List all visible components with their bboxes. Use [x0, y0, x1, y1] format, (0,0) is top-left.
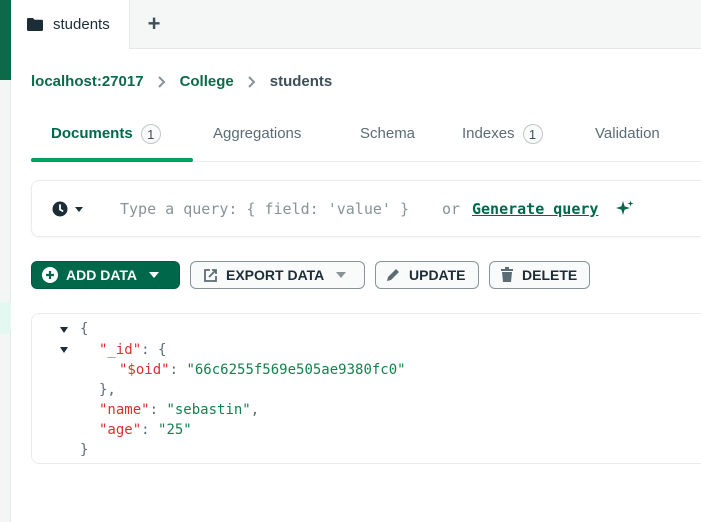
name-value: "sebastin" — [166, 402, 251, 418]
export-icon — [203, 268, 218, 283]
query-input[interactable] — [120, 197, 460, 221]
tab-documents[interactable]: Documents 1 — [51, 121, 161, 161]
export-data-label: EXPORT DATA — [226, 267, 325, 283]
tab-schema[interactable]: Schema — [360, 121, 415, 161]
chevron-right-icon — [248, 75, 256, 88]
age-value: "25" — [158, 422, 192, 438]
id-key: "_id" — [99, 342, 142, 358]
field-age[interactable]: "age": "25" — [99, 420, 192, 440]
documents-count-badge: 1 — [140, 124, 161, 144]
collection-view: localhost:27017 College students Documen… — [11, 49, 701, 522]
age-key: "age" — [99, 422, 142, 438]
expand-toggle-icon[interactable] — [60, 347, 68, 353]
workspace-tab-bar: students + — [11, 0, 701, 49]
query-or-text: or — [442, 200, 461, 218]
sidebar-selected-highlight — [0, 302, 11, 334]
active-tab-indicator — [31, 158, 193, 162]
trash-icon — [500, 267, 514, 283]
tab-aggregations-label: Aggregations — [213, 125, 302, 142]
oid-key: "$oid" — [119, 362, 170, 378]
generate-query-link[interactable]: Generate query — [472, 200, 598, 218]
plus-circle-icon — [42, 267, 58, 283]
new-tab-button[interactable]: + — [143, 11, 165, 36]
id-open-brace: { — [158, 342, 167, 358]
breadcrumb-collection: students — [269, 73, 333, 90]
folder-icon — [27, 18, 43, 31]
expand-toggle-icon[interactable] — [60, 327, 68, 333]
tab-documents-label: Documents — [51, 125, 133, 142]
tab-students[interactable]: students — [11, 0, 130, 49]
field-id[interactable]: "_id": { — [99, 340, 166, 360]
tab-aggregations[interactable]: Aggregations — [213, 121, 301, 161]
breadcrumb: localhost:27017 College students — [31, 73, 332, 90]
breadcrumb-host[interactable]: localhost:27017 — [31, 73, 144, 90]
tab-schema-label: Schema — [360, 125, 416, 142]
caret-down-icon — [336, 271, 347, 279]
update-label: UPDATE — [409, 267, 466, 283]
breadcrumb-database[interactable]: College — [180, 73, 234, 90]
tab-validation-label: Validation — [595, 125, 660, 142]
id-close-brace: }, — [99, 382, 116, 398]
sidebar-edge — [0, 0, 11, 80]
export-data-button[interactable]: EXPORT DATA — [190, 261, 365, 289]
pencil-icon — [385, 267, 401, 283]
tab-indexes-label: Indexes — [462, 125, 515, 142]
oid-value: "66c6255f569e505ae9380fc0" — [186, 362, 406, 378]
caret-down-icon — [75, 207, 83, 212]
update-button[interactable]: UPDATE — [375, 261, 479, 289]
add-data-button[interactable]: ADD DATA — [31, 261, 180, 289]
document-open-brace: { — [80, 321, 89, 337]
sparkle-icon[interactable] — [615, 199, 635, 219]
tab-indexes[interactable]: Indexes 1 — [462, 121, 543, 161]
chevron-right-icon — [157, 75, 165, 88]
delete-label: DELETE — [522, 267, 578, 283]
caret-down-icon — [149, 271, 160, 279]
query-history-button[interactable] — [52, 201, 86, 217]
document-card: { "_id": { "$oid": "66c6255f569e505ae938… — [31, 313, 701, 464]
sidebar-edge-panel — [0, 80, 11, 522]
delete-button[interactable]: DELETE — [489, 261, 590, 289]
document-close-brace: } — [80, 442, 89, 458]
query-bar: or Generate query — [31, 180, 701, 237]
indexes-count-badge: 1 — [522, 124, 543, 144]
field-oid[interactable]: "$oid": "66c6255f569e505ae9380fc0" — [119, 360, 406, 380]
tab-label: students — [53, 16, 110, 33]
add-data-label: ADD DATA — [66, 267, 138, 283]
name-key: "name" — [99, 402, 150, 418]
clock-icon — [52, 201, 68, 217]
field-name[interactable]: "name": "sebastin", — [99, 400, 259, 420]
tab-validation[interactable]: Validation — [595, 121, 660, 161]
collection-tabs: Documents 1 Aggregations Schema Indexes … — [31, 121, 701, 162]
